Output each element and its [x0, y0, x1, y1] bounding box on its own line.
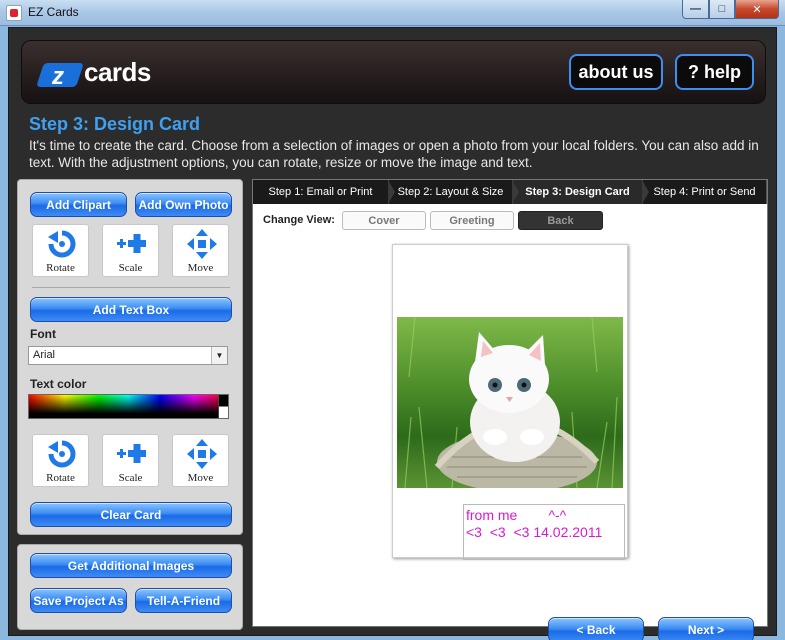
- tell-a-friend-button[interactable]: Tell-A-Friend: [135, 588, 232, 613]
- logo-mark: z: [36, 55, 84, 90]
- get-additional-images-button[interactable]: Get Additional Images: [30, 553, 232, 578]
- card-preview: from me ^-^ <3 <3 <3 14.02.2011: [392, 244, 628, 560]
- add-text-box-button[interactable]: Add Text Box: [30, 297, 232, 322]
- card-text-box[interactable]: from me ^-^ <3 <3 <3 14.02.2011: [463, 504, 625, 560]
- view-cover-button[interactable]: Cover: [342, 211, 426, 230]
- rotate-icon: [48, 440, 76, 468]
- window-title: EZ Cards: [28, 5, 79, 19]
- rotate-icon: [48, 230, 76, 258]
- text-scale-button[interactable]: Scale: [102, 434, 159, 487]
- tab-email-or-print[interactable]: Step 1: Email or Print: [253, 180, 395, 204]
- tile-label: Move: [187, 472, 214, 484]
- move-icon: [187, 439, 217, 469]
- window-controls: — □ ✕: [682, 0, 779, 19]
- tab-design-card[interactable]: Step 3: Design Card: [513, 180, 649, 204]
- ezcards-logo: z cards: [36, 55, 151, 90]
- font-select[interactable]: Arial ▼: [28, 346, 228, 365]
- design-tools-panel: Add Clipart Add Own Photo Rotate Scale M…: [17, 179, 243, 535]
- scale-icon: [117, 234, 146, 253]
- move-icon: [187, 229, 217, 259]
- next-button[interactable]: Next >: [658, 617, 754, 640]
- logo-word: cards: [84, 56, 151, 87]
- view-back-button[interactable]: Back: [518, 211, 603, 230]
- maximize-button[interactable]: □: [709, 0, 735, 19]
- close-button[interactable]: ✕: [735, 0, 779, 19]
- chevron-down-icon[interactable]: ▼: [211, 347, 227, 364]
- font-label: Font: [30, 327, 56, 341]
- card-work-area: Step 1: Email or Print Step 2: Layout & …: [252, 179, 768, 640]
- image-move-button[interactable]: Move: [172, 224, 229, 277]
- page-title: Step 3: Design Card: [29, 114, 201, 134]
- clear-card-button[interactable]: Clear Card: [30, 502, 232, 527]
- help-button[interactable]: ? help: [675, 54, 754, 90]
- image-rotate-button[interactable]: Rotate: [32, 224, 89, 277]
- text-color-label: Text color: [30, 377, 87, 391]
- card-photo-kitten[interactable]: [397, 317, 623, 488]
- minimize-button[interactable]: —: [682, 0, 709, 19]
- title-bar: EZ Cards — □ ✕: [0, 0, 785, 26]
- save-project-as-button[interactable]: Save Project As: [30, 588, 127, 613]
- add-clipart-button[interactable]: Add Clipart: [30, 192, 127, 217]
- add-own-photo-button[interactable]: Add Own Photo: [135, 192, 232, 217]
- text-color-picker[interactable]: [28, 394, 229, 419]
- text-rotate-button[interactable]: Rotate: [32, 434, 89, 487]
- app-header: z cards about us ? help: [21, 40, 766, 104]
- image-scale-button[interactable]: Scale: [102, 224, 159, 277]
- back-button[interactable]: < Back: [548, 617, 644, 640]
- app-icon: [6, 5, 22, 21]
- font-select-value: Arial: [33, 349, 56, 361]
- step-tabs: Step 1: Email or Print Step 2: Layout & …: [253, 180, 767, 204]
- divider: [32, 287, 230, 288]
- tile-label: Rotate: [46, 472, 75, 484]
- tile-label: Scale: [118, 262, 143, 274]
- tile-label: Scale: [118, 472, 143, 484]
- app-frame: z cards about us ? help Step 3: Design C…: [8, 27, 777, 640]
- tile-label: Move: [187, 262, 214, 274]
- text-move-button[interactable]: Move: [172, 434, 229, 487]
- project-panel: Get Additional Images Save Project As Te…: [17, 544, 243, 630]
- tab-layout-and-size[interactable]: Step 2: Layout & Size: [389, 180, 519, 204]
- tile-label: Rotate: [46, 262, 75, 274]
- step-intro-text: It's time to create the card. Choose fro…: [29, 138, 759, 170]
- change-view-label: Change View:: [263, 214, 335, 226]
- scale-icon: [117, 444, 146, 463]
- view-greeting-button[interactable]: Greeting: [430, 211, 514, 230]
- tab-print-or-send[interactable]: Step 4: Print or Send: [643, 180, 767, 204]
- about-us-button[interactable]: about us: [569, 54, 663, 90]
- black-white-swatch[interactable]: [218, 395, 228, 418]
